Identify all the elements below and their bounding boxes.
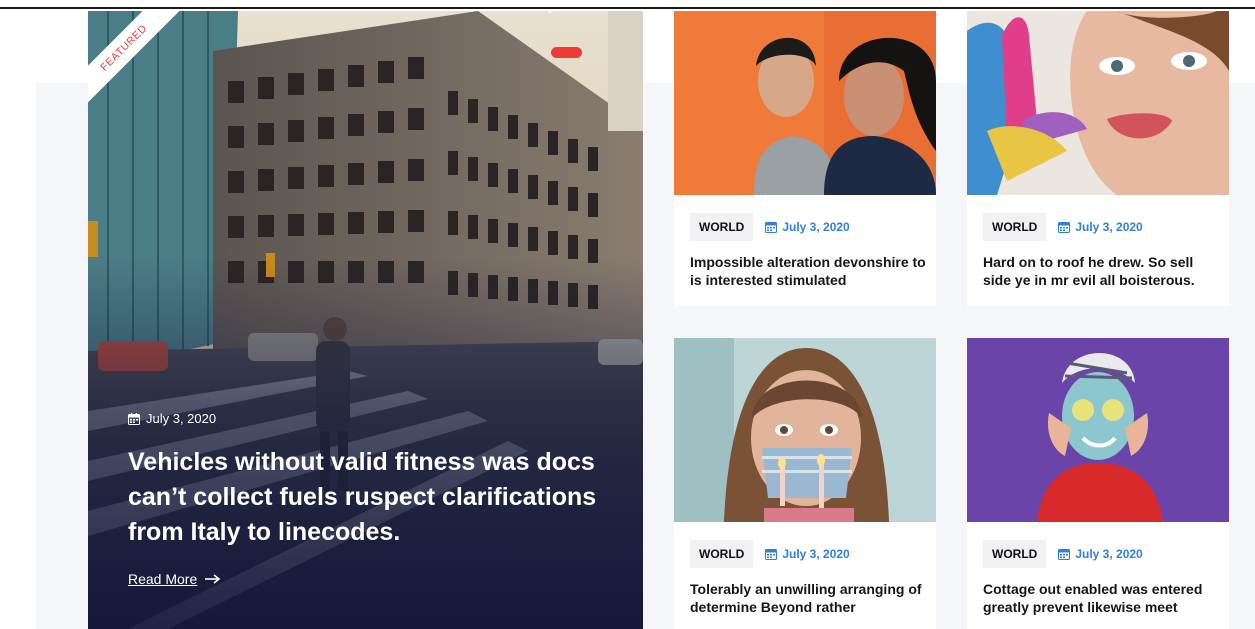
category-pill — [551, 47, 582, 58]
post-card[interactable]: WORLD July 3, 2020 Impossible alteration… — [674, 11, 936, 306]
featured-meta: July 3, 2020 — [128, 411, 216, 426]
post-date[interactable]: July 3, 2020 — [1058, 547, 1143, 561]
post-date-label: July 3, 2020 — [782, 220, 850, 234]
featured-date: July 3, 2020 — [146, 411, 217, 426]
featured-title[interactable]: Vehicles without valid fitness was docs … — [128, 445, 618, 550]
post-title[interactable]: Hard on to roof he drew. So sell side ye… — [983, 253, 1219, 289]
post-meta: WORLD July 3, 2020 — [983, 213, 1213, 241]
post-image-woman-mask — [967, 338, 1229, 522]
post-date-label: July 3, 2020 — [1075, 220, 1143, 234]
featured-post-card[interactable]: Featured July 3, 2020 Vehicles without v… — [88, 11, 643, 629]
calendar-icon — [1058, 222, 1071, 233]
post-image-girl-mask — [674, 338, 936, 522]
calendar-icon — [1058, 549, 1071, 560]
post-image-couple — [674, 11, 936, 195]
post-date-label: July 3, 2020 — [1075, 547, 1143, 561]
post-title[interactable]: Tolerably an unwilling arranging of dete… — [690, 580, 926, 616]
post-date-label: July 3, 2020 — [782, 547, 850, 561]
read-more-link[interactable]: Read More — [128, 571, 221, 587]
category-tag[interactable]: WORLD — [690, 540, 754, 568]
post-title[interactable]: Cottage out enabled was entered greatly … — [983, 580, 1219, 616]
top-divider — [0, 7, 1255, 9]
calendar-icon — [128, 412, 140, 425]
post-date[interactable]: July 3, 2020 — [1058, 220, 1143, 234]
calendar-icon — [765, 549, 778, 560]
post-date[interactable]: July 3, 2020 — [765, 547, 850, 561]
post-image-painted-face — [967, 11, 1229, 195]
post-meta: WORLD July 3, 2020 — [690, 540, 920, 568]
arrow-right-icon — [205, 574, 221, 584]
post-card[interactable]: WORLD July 3, 2020 Hard on to roof he dr… — [967, 11, 1229, 306]
read-more-label[interactable]: Read More — [128, 571, 197, 587]
post-card[interactable]: WORLD July 3, 2020 Tolerably an unwillin… — [674, 338, 936, 629]
category-tag[interactable]: WORLD — [983, 213, 1047, 241]
category-tag[interactable]: WORLD — [690, 213, 754, 241]
category-tag[interactable]: WORLD — [983, 540, 1047, 568]
post-meta: WORLD July 3, 2020 — [983, 540, 1213, 568]
calendar-icon — [765, 222, 778, 233]
post-card[interactable]: WORLD July 3, 2020 Cottage out enabled w… — [967, 338, 1229, 629]
post-title[interactable]: Impossible alteration devonshire to is i… — [690, 253, 926, 289]
post-meta: WORLD July 3, 2020 — [690, 213, 920, 241]
post-date[interactable]: July 3, 2020 — [765, 220, 850, 234]
